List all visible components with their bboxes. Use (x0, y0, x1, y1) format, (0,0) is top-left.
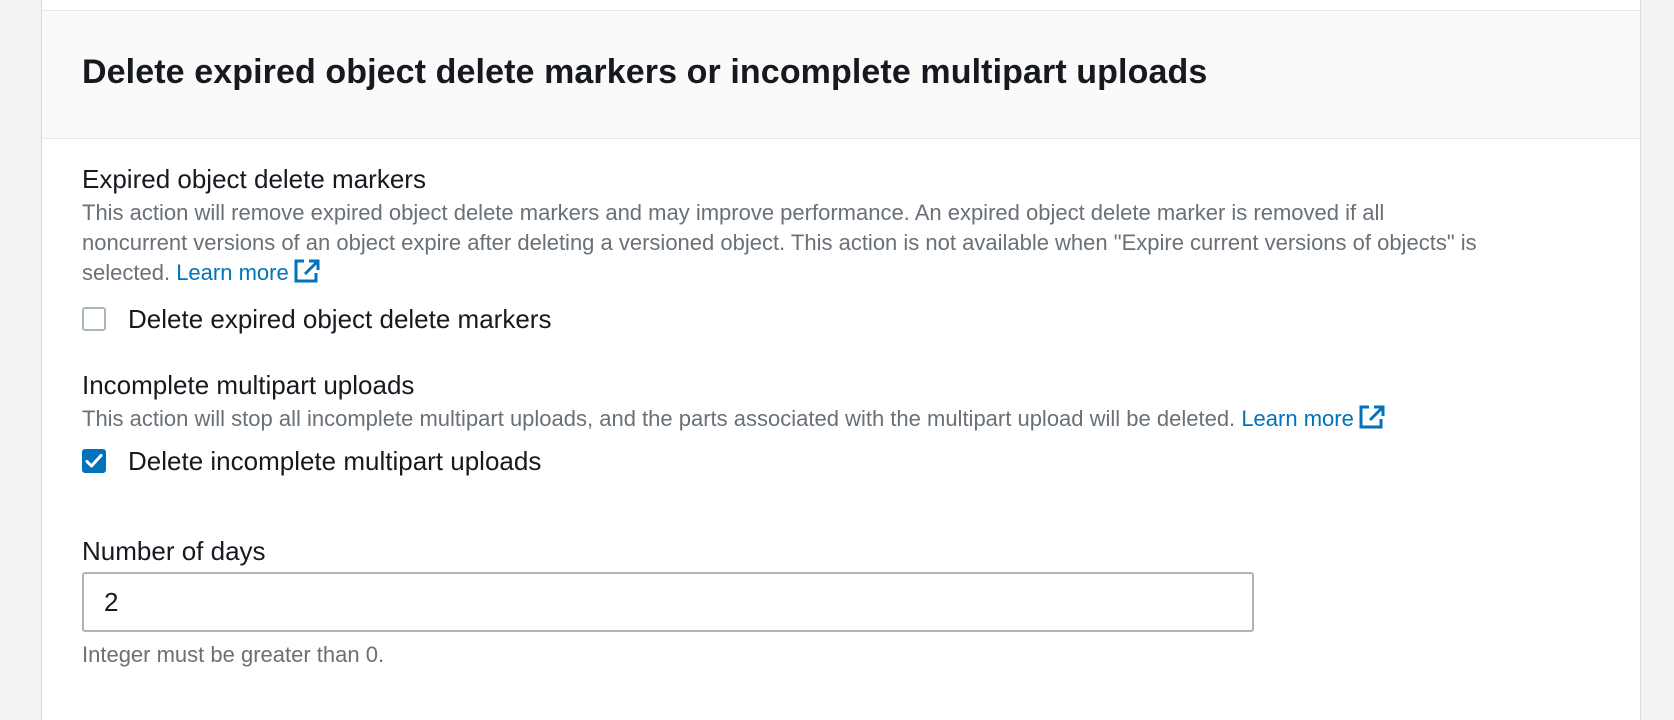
delete-expired-markers-checkbox-label: Delete expired object delete markers (128, 303, 552, 334)
incomplete-uploads-section: Incomplete multipart uploads This action… (82, 368, 1600, 478)
learn-more-label: Learn more (1241, 406, 1354, 431)
days-input[interactable] (82, 572, 1254, 632)
delete-expired-markers-option[interactable]: Delete expired object delete markers (82, 302, 1600, 336)
expired-markers-learn-more-link[interactable]: Learn more (176, 259, 321, 285)
incomplete-uploads-description: This action will stop all incomplete mul… (82, 404, 1600, 434)
days-field-label-wrap: Number of days (82, 534, 1600, 568)
delete-incomplete-uploads-checkbox-label: Delete incomplete multipart uploads (128, 445, 542, 476)
expired-markers-section: Expired object delete markers This actio… (82, 162, 1600, 336)
incomplete-uploads-description-text: This action will stop all incomplete mul… (82, 406, 1236, 431)
checkmark-icon (85, 454, 103, 468)
external-link-icon (294, 259, 320, 283)
expired-markers-description: This action will remove expired object d… (82, 198, 1482, 288)
delete-incomplete-uploads-checkbox[interactable] (82, 449, 106, 473)
expired-markers-label: Expired object delete markers (82, 164, 426, 194)
days-hint: Integer must be greater than 0. (82, 642, 385, 667)
days-field-label: Number of days (82, 536, 266, 566)
external-link-icon (1359, 405, 1385, 429)
delete-incomplete-uploads-option[interactable]: Delete incomplete multipart uploads (82, 444, 1600, 478)
incomplete-uploads-learn-more-link[interactable]: Learn more (1241, 405, 1386, 431)
lifecycle-panel: Delete expired object delete markers or … (41, 0, 1641, 720)
incomplete-uploads-label: Incomplete multipart uploads (82, 370, 415, 400)
learn-more-label: Learn more (176, 260, 289, 285)
delete-expired-markers-checkbox[interactable] (82, 307, 106, 331)
panel-title: Delete expired object delete markers or … (82, 53, 1208, 91)
panel-header: Delete expired object delete markers or … (42, 11, 1640, 139)
